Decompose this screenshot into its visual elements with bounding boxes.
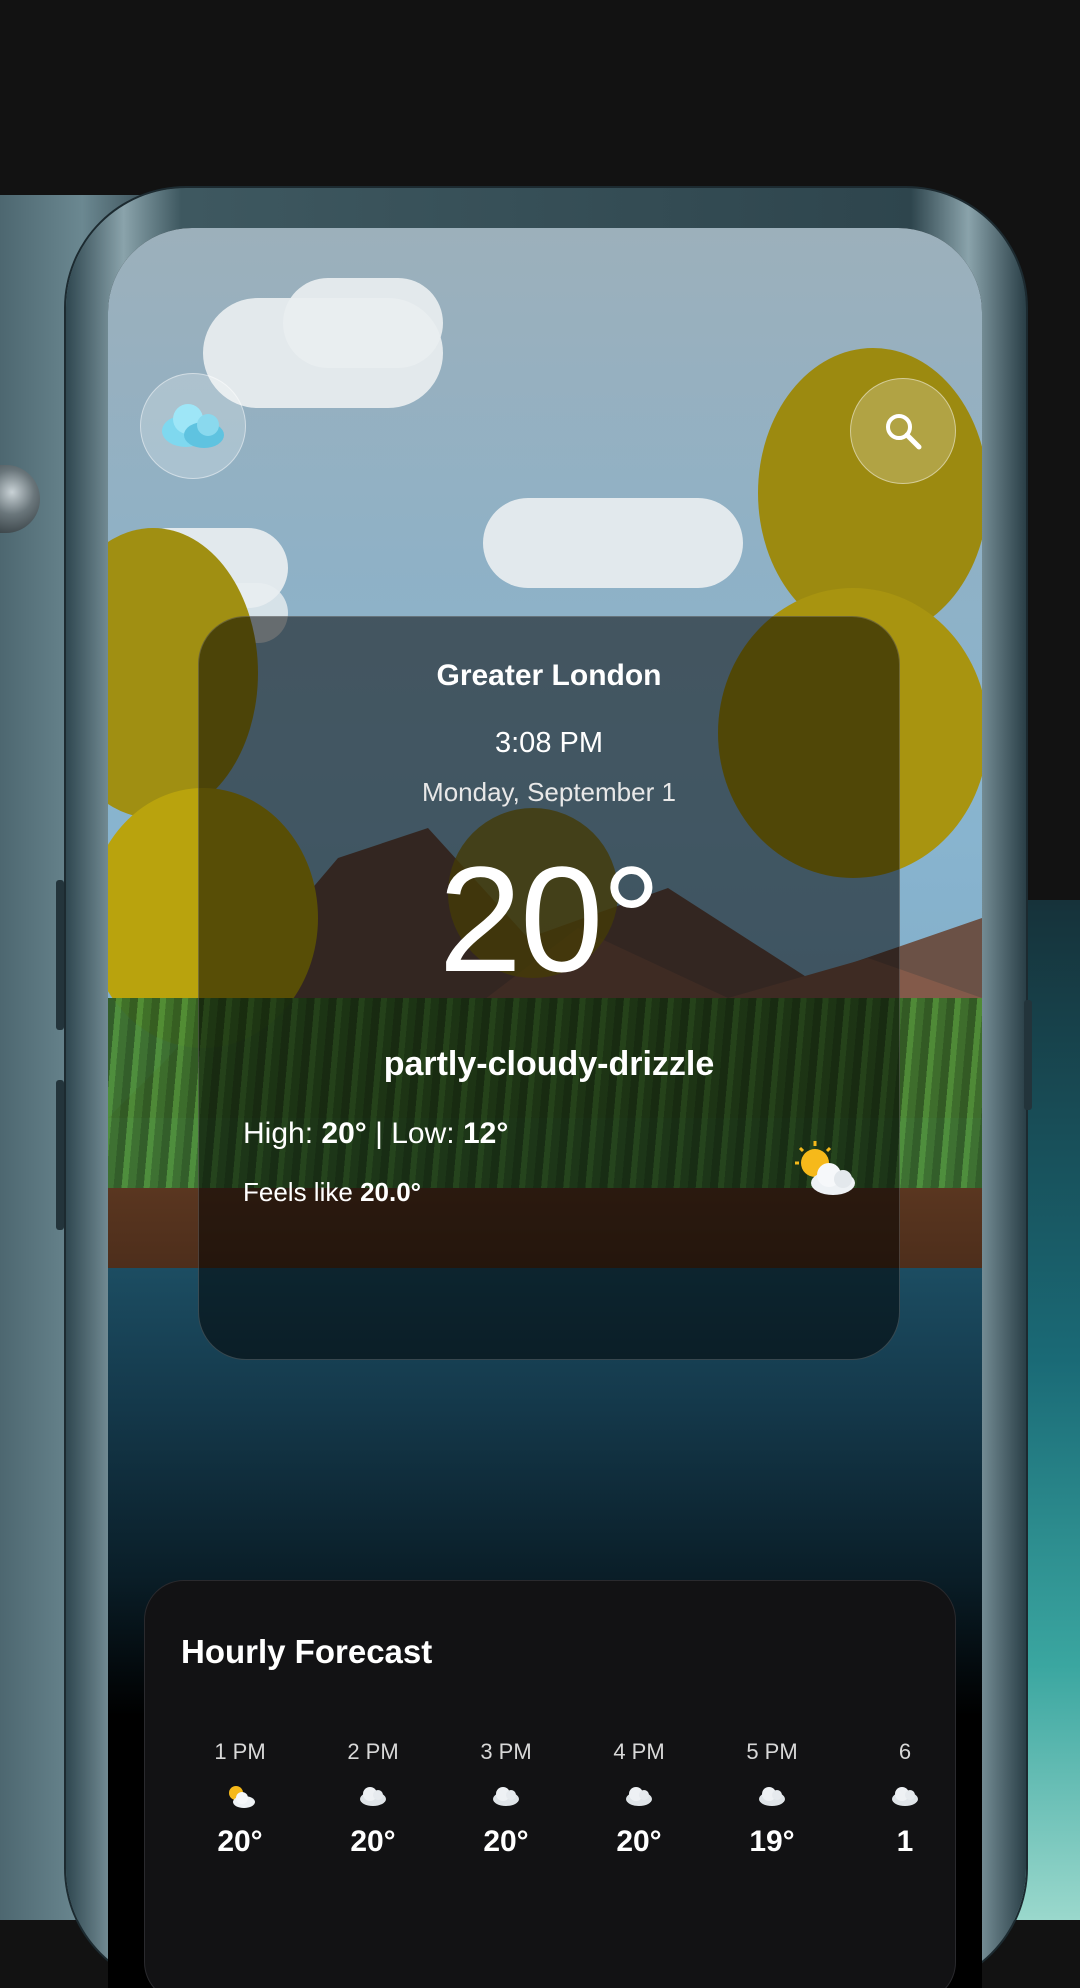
hour-temperature: 20° xyxy=(350,1825,396,1858)
hour-temperature: 20° xyxy=(616,1825,662,1858)
cloud-shape xyxy=(283,278,443,368)
current-temperature: 20° xyxy=(438,835,662,1003)
app-screen: Greater London 3:08 PM Monday, September… xyxy=(108,228,982,1988)
cloud-icon xyxy=(360,1787,386,1806)
hour-temperature: 19° xyxy=(749,1825,795,1858)
hour-time: 1 PM xyxy=(214,1739,266,1764)
city-name: Greater London xyxy=(436,659,662,692)
sun-behind-cloud-icon xyxy=(795,1141,855,1195)
hourly-forecast-title: Hourly Forecast xyxy=(181,1633,433,1670)
current-weather-card: Greater London 3:08 PM Monday, September… xyxy=(198,616,900,1360)
separator: | xyxy=(375,1117,383,1150)
low-label: Low: xyxy=(391,1117,455,1150)
weather-condition: partly-cloudy-drizzle xyxy=(383,1045,715,1083)
current-date: Monday, September 1 xyxy=(422,777,676,807)
hourly-forecast-list[interactable]: 1 PM 20° 2 PM 20° 3 PM 20° 4 PM 20° 5 PM… xyxy=(185,1739,925,1879)
hour-temperature: 20° xyxy=(483,1825,529,1858)
hour-time: 6 xyxy=(898,1739,912,1764)
hour-item: 4 PM 20° xyxy=(584,1739,694,1859)
hour-time: 4 PM xyxy=(613,1739,665,1764)
power-button xyxy=(1024,1000,1032,1110)
hour-item: 6 1 xyxy=(850,1739,925,1859)
cloud-icon xyxy=(626,1787,652,1806)
feels-label: Feels like xyxy=(243,1177,353,1207)
hour-item: 2 PM 20° xyxy=(318,1739,428,1859)
volume-down-button xyxy=(56,1080,64,1230)
cloud-icon xyxy=(493,1787,519,1806)
hour-time: 2 PM xyxy=(347,1739,399,1764)
high-label: High: xyxy=(243,1117,314,1150)
low-value: 12° xyxy=(462,1117,509,1150)
hour-temperature: 1 xyxy=(896,1825,914,1858)
search-button[interactable] xyxy=(850,378,956,484)
high-value: 20° xyxy=(321,1117,367,1150)
hour-temperature: 20° xyxy=(217,1825,263,1858)
hourly-forecast-panel: Hourly Forecast 1 PM 20° 2 PM 20° 3 PM 2… xyxy=(144,1580,956,1988)
hour-item: 3 PM 20° xyxy=(451,1739,561,1859)
cloud-icon xyxy=(892,1787,918,1806)
current-time: 3:08 PM xyxy=(495,727,603,759)
cloud-icon xyxy=(759,1787,785,1806)
feels-like: Feels like 20.0° xyxy=(243,1177,421,1208)
hour-item: 1 PM 20° xyxy=(185,1739,295,1859)
hour-time: 5 PM xyxy=(746,1739,798,1764)
high-low-temperatures: High: 20° | Low: 12° xyxy=(243,1117,508,1151)
cloud-shape xyxy=(483,498,743,588)
hour-item: 5 PM 19° xyxy=(717,1739,827,1859)
hour-time: 3 PM xyxy=(480,1739,532,1764)
search-icon xyxy=(886,414,922,450)
feels-value: 20.0° xyxy=(360,1177,422,1207)
sun-behind-cloud-icon xyxy=(229,1786,255,1808)
app-logo-button[interactable] xyxy=(140,373,246,479)
cloud-logo-icon xyxy=(162,404,224,448)
volume-up-button xyxy=(56,880,64,1030)
